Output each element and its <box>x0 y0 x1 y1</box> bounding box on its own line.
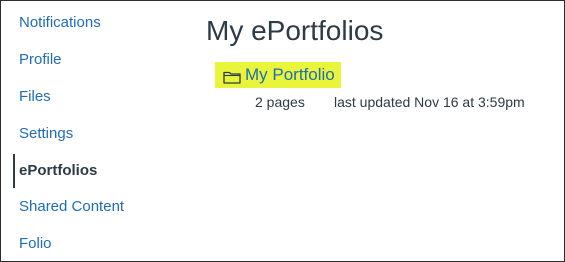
sidebar-item-settings[interactable]: Settings <box>19 124 73 144</box>
sidebar-item-files[interactable]: Files <box>19 87 51 107</box>
sidebar-item-profile[interactable]: Profile <box>19 50 62 70</box>
sidebar-item-folio[interactable]: Folio <box>19 234 52 254</box>
portfolio-last-updated: last updated Nov 16 at 3:59pm <box>334 94 525 110</box>
active-indicator <box>13 154 15 188</box>
sidebar-item-eportfolios[interactable]: ePortfolios <box>19 161 97 181</box>
page-title: My ePortfolios <box>206 15 384 46</box>
portfolio-link[interactable]: My Portfolio <box>215 62 341 88</box>
portfolio-page-count: 2 pages <box>255 94 305 110</box>
account-window: Notifications Profile Files Settings ePo… <box>0 0 565 262</box>
portfolio-name: My Portfolio <box>245 65 335 84</box>
folder-icon <box>223 70 241 84</box>
sidebar-item-notifications[interactable]: Notifications <box>19 13 101 33</box>
sidebar-item-shared-content[interactable]: Shared Content <box>19 197 124 217</box>
account-sidebar-nav: Notifications Profile Files Settings ePo… <box>1 1 181 261</box>
